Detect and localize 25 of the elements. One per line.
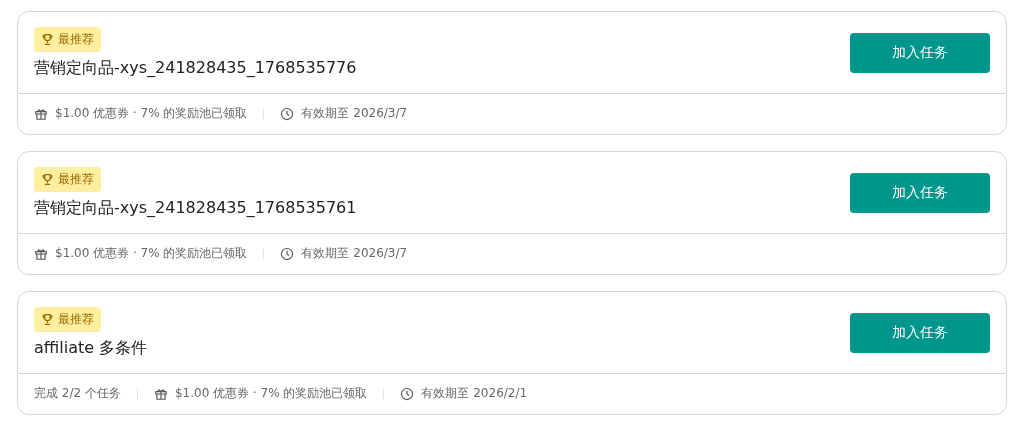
trophy-icon <box>41 313 54 326</box>
task-title: 营销定向品-xys_241828435_1768535761 <box>34 198 357 219</box>
reward-text: $1.00 优惠券 · 7% 的奖励池已领取 <box>55 105 248 122</box>
reward-text: $1.00 优惠券 · 7% 的奖励池已领取 <box>55 245 248 262</box>
trophy-icon <box>41 173 54 186</box>
expiry-text: 有效期至 2026/3/7 <box>301 105 408 122</box>
expiry-text: 有效期至 2026/3/7 <box>301 245 408 262</box>
join-task-button[interactable]: 加入任务 <box>850 313 990 353</box>
badge-label: 最推荐 <box>58 31 94 48</box>
join-task-button[interactable]: 加入任务 <box>850 33 990 73</box>
reward-text: $1.00 优惠券 · 7% 的奖励池已领取 <box>174 385 368 402</box>
progress-text: 完成 2/2 个任务 <box>34 385 121 402</box>
join-task-button[interactable]: 加入任务 <box>850 173 990 213</box>
gift-icon <box>153 386 168 401</box>
gift-icon <box>34 106 48 121</box>
badge-label: 最推荐 <box>58 311 94 328</box>
clock-icon <box>400 386 415 401</box>
task-title: affiliate 多条件 <box>34 338 148 359</box>
badge-label: 最推荐 <box>58 171 94 188</box>
clock-icon <box>280 246 295 261</box>
gift-icon <box>34 246 48 261</box>
expiry-text: 有效期至 2026/2/1 <box>421 385 528 402</box>
trophy-icon <box>41 33 54 46</box>
clock-icon <box>280 106 295 121</box>
task-title: 营销定向品-xys_241828435_1768535776 <box>34 58 357 79</box>
